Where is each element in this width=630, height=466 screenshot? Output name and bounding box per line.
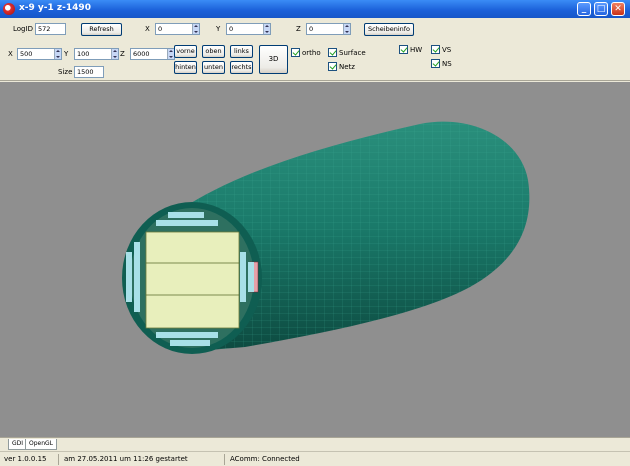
3d-viewport[interactable] — [0, 82, 630, 437]
status-divider — [224, 454, 225, 465]
x2-spinner[interactable]: 500 — [17, 48, 62, 60]
x2-spin-arrows[interactable] — [54, 49, 61, 59]
ns-label: NS — [442, 60, 452, 68]
hinten-button[interactable]: hinten — [174, 61, 197, 74]
y2-spinner[interactable]: 100 — [74, 48, 119, 60]
links-button[interactable]: links — [230, 45, 253, 58]
rechts-button[interactable]: rechts — [230, 61, 253, 74]
unten-button[interactable]: unten — [202, 61, 225, 74]
ortho-label: ortho — [302, 49, 321, 57]
x1-spinner[interactable]: 0 — [155, 23, 200, 35]
refresh-button[interactable]: Refresh — [81, 23, 122, 36]
y1-label: Y — [216, 25, 221, 33]
y2-spin-arrows[interactable] — [111, 49, 118, 59]
block-left-2 — [134, 242, 140, 312]
ns-checkbox[interactable] — [431, 59, 440, 68]
status-comm: AComm: Connected — [230, 455, 300, 463]
3d-button[interactable]: 3D — [259, 45, 288, 74]
z1-spin-arrows[interactable] — [343, 24, 350, 34]
x1-spin-arrows[interactable] — [192, 24, 199, 34]
hw-label: HW — [410, 46, 423, 54]
block-bottom-2 — [170, 340, 210, 346]
vorne-button[interactable]: vorne — [174, 45, 197, 58]
size-label: Size — [58, 68, 73, 76]
x1-label: X — [145, 25, 150, 33]
block-bottom-1 — [156, 332, 218, 338]
hw-checkbox[interactable] — [399, 45, 408, 54]
z2-spinner[interactable]: 6000 — [130, 48, 175, 60]
close-button[interactable]: ✕ — [611, 2, 625, 16]
netz-checkbox[interactable] — [328, 62, 337, 71]
z2-label: Z — [120, 50, 125, 58]
status-divider — [58, 454, 59, 465]
block-top-2 — [156, 220, 218, 226]
tunnel-render — [122, 121, 530, 354]
y1-value: 0 — [229, 25, 234, 33]
title-bar[interactable]: x-9 y-1 z-1490 _ □ ✕ — [0, 0, 630, 18]
block-right-2 — [248, 262, 254, 292]
vs-checkbox[interactable] — [431, 45, 440, 54]
vs-label: VS — [442, 46, 452, 54]
toolbar: LogID 572 Refresh X 0 Y 0 Z 0 Scheibenin… — [0, 18, 630, 81]
render-tabs: GDI OpenGL — [0, 437, 630, 451]
maximize-button[interactable]: □ — [594, 2, 608, 16]
x2-value: 500 — [20, 50, 33, 58]
oben-button[interactable]: oben — [202, 45, 225, 58]
tab-opengl[interactable]: OpenGL — [25, 439, 58, 450]
z1-value: 0 — [309, 25, 314, 33]
z1-label: Z — [296, 25, 301, 33]
z2-value: 6000 — [133, 50, 150, 58]
size-input[interactable]: 1500 — [74, 66, 104, 78]
window-title: x-9 y-1 z-1490 — [19, 3, 91, 13]
surface-checkbox[interactable] — [328, 48, 337, 57]
z2-spin-arrows[interactable] — [167, 49, 174, 59]
logid-label: LogID — [13, 25, 33, 33]
status-started: am 27.05.2011 um 11:26 gestartet — [64, 455, 188, 463]
block-right-1 — [240, 252, 246, 302]
status-bar: ver 1.0.0.15 am 27.05.2011 um 11:26 gest… — [0, 451, 630, 466]
z1-spinner[interactable]: 0 — [306, 23, 351, 35]
face-panel — [145, 231, 240, 329]
surface-label: Surface — [339, 49, 366, 57]
app-icon — [3, 3, 15, 15]
status-version: ver 1.0.0.15 — [4, 455, 47, 463]
ortho-checkbox[interactable] — [291, 48, 300, 57]
y1-spin-arrows[interactable] — [263, 24, 270, 34]
block-top-1 — [168, 212, 204, 218]
x1-value: 0 — [158, 25, 163, 33]
minimize-button[interactable]: _ — [577, 2, 591, 16]
y1-spinner[interactable]: 0 — [226, 23, 271, 35]
y2-value: 100 — [77, 50, 90, 58]
logid-input[interactable]: 572 — [35, 23, 66, 35]
netz-label: Netz — [339, 63, 355, 71]
x2-label: X — [8, 50, 13, 58]
scheibeninfo-button[interactable]: Scheibeninfo — [364, 23, 414, 36]
y2-label: Y — [64, 50, 69, 58]
block-left-1 — [126, 252, 132, 302]
